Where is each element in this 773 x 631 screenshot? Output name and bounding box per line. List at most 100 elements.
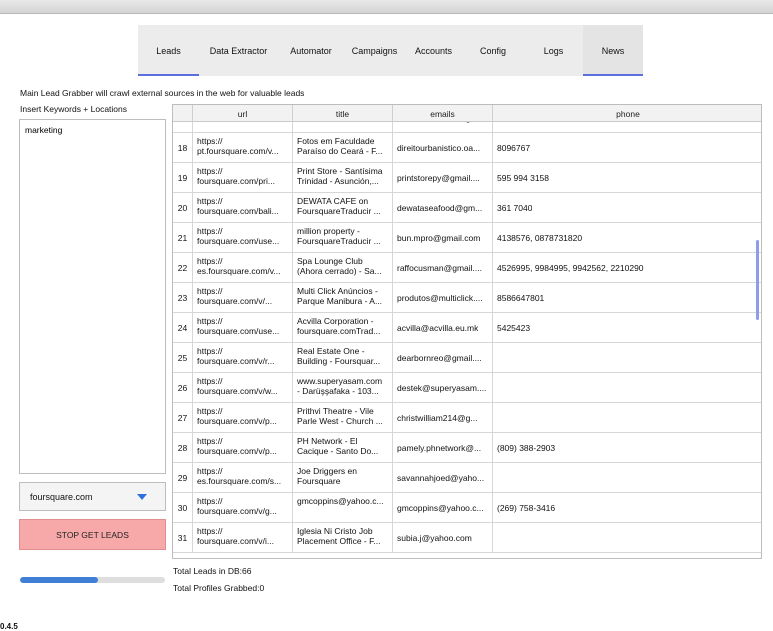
table-row[interactable]: 20 https://foursquare.com/bali... DEWATA C… — [173, 193, 761, 223]
url-cell-line: https:// — [197, 226, 223, 236]
table-row[interactable]: 29 https://es.foursquare.com/s... Joe Drig… — [173, 463, 761, 493]
phone-cell-text: 5425423 — [497, 323, 531, 333]
source-select[interactable]: foursquare.com — [19, 482, 166, 511]
email-cell-text: acvilla@acvilla.eu.mk — [397, 323, 479, 333]
phone-cell: 8096767 — [493, 133, 761, 163]
stop-get-leads-button[interactable]: STOP GET LEADS — [19, 519, 166, 550]
url-cell-line: foursquare.com/use... — [197, 236, 280, 246]
title-cell: Multi Click Anúncios - Parque Manibura - … — [293, 283, 393, 313]
email-cell: pamely.phnetwork@... — [393, 433, 493, 463]
row-index: 23 — [173, 283, 193, 313]
url-cell-line: https:// — [197, 466, 223, 476]
tab-logs[interactable]: Logs — [524, 25, 583, 76]
tab-config[interactable]: Config — [462, 25, 524, 76]
table-row[interactable]: 18 https://pt.foursquare.com/v... Fotos em… — [173, 133, 761, 163]
column-header-url[interactable]: url — [193, 105, 293, 122]
title-cell: Prithvi Theatre - Vile Parle West - Churc… — [293, 403, 393, 433]
title-cell-line: (Ahora cerrado) - Sa... — [297, 266, 382, 276]
url-cell-line: https:// — [197, 286, 223, 296]
leads-table: urltitleemailsphone 17 es.foursquare.com/… — [172, 104, 762, 559]
title-cell: Spa Lounge Club (Ahora cerrado) - Sa... — [293, 253, 393, 283]
url-cell-line: pt.foursquare.com/v... — [197, 146, 279, 156]
url-cell-line: https:// — [197, 316, 223, 326]
phone-cell: (809) 388-2903 — [493, 433, 761, 463]
url-cell-line: foursquare.com/bali... — [197, 206, 279, 216]
title-cell-line: FoursquareTraducir ... — [297, 236, 381, 246]
phone-cell-text: 8096767 — [497, 143, 531, 153]
table-row[interactable]: 27 https://foursquare.com/v/p... Prithvi T… — [173, 403, 761, 433]
progress-bar-fill — [20, 577, 99, 583]
url-cell-line: https:// — [197, 346, 223, 356]
email-cell-text: mitrasanchez78@gm... — [397, 122, 485, 123]
phone-cell: (269) 758-3416 — [493, 493, 761, 523]
column-header-emails[interactable]: emails — [393, 105, 493, 122]
title-cell-line: DEWATA CAFE on — [297, 196, 369, 206]
table-row[interactable]: 26 https://foursquare.com/v/w... www.super… — [173, 373, 761, 403]
column-header-phone[interactable]: phone — [493, 105, 761, 122]
tab-campaigns[interactable]: Campaigns — [344, 25, 405, 76]
url-cell: https://foursquare.com/v/p... — [193, 433, 293, 463]
title-cell: Acvilla Corporation - foursquare.comTrad.… — [293, 313, 393, 343]
tab-accounts[interactable]: Accounts — [405, 25, 462, 76]
table-row[interactable]: 17es.foursquare.com/v...Mexicana - Santa… — [173, 122, 761, 133]
url-cell-line: es.foursquare.com/v... — [197, 266, 281, 276]
table-row[interactable]: 28 https://foursquare.com/v/p... PH Networ… — [173, 433, 761, 463]
email-cell: raffocusman@gmail.... — [393, 253, 493, 283]
phone-cell — [493, 463, 761, 493]
title-cell: Fotos em Faculdade Paraíso do Ceará - F..… — [293, 133, 393, 163]
phone-cell-text: 595 994 3158 — [497, 173, 549, 183]
column-header-index[interactable] — [173, 105, 193, 122]
url-cell: https://foursquare.com/v/i... — [193, 523, 293, 553]
url-cell-line: https:// — [197, 406, 223, 416]
row-index: 21 — [173, 223, 193, 253]
title-cell: Mexicana - Santa Cr... — [293, 122, 393, 133]
email-cell-text: gmcoppins@yahoo.c... — [397, 503, 484, 513]
url-cell: https://foursquare.com/v/r... — [193, 343, 293, 373]
email-cell: produtos@multiclick.... — [393, 283, 493, 313]
table-row[interactable]: 23 https://foursquare.com/v/... Multi Clic… — [173, 283, 761, 313]
phone-cell — [493, 373, 761, 403]
url-cell: https://es.foursquare.com/s... — [193, 463, 293, 493]
title-cell-line: Iglesia Ni Cristo Job — [297, 526, 373, 536]
table-row[interactable]: 21 https://foursquare.com/use... million p… — [173, 223, 761, 253]
row-index: 22 — [173, 253, 193, 283]
email-cell: dearbornreo@gmail.... — [393, 343, 493, 373]
table-row[interactable]: 19 https://foursquare.com/pri... Print Sto… — [173, 163, 761, 193]
title-cell-line: Fotos em Faculdade — [297, 136, 375, 146]
email-cell-text: pamely.phnetwork@... — [397, 443, 482, 453]
email-cell-text: dewataseafood@gm... — [397, 203, 483, 213]
tab-automator[interactable]: Automator — [278, 25, 344, 76]
table-row[interactable]: 31 https://foursquare.com/v/i... Iglesia N… — [173, 523, 761, 553]
table-row[interactable]: 25 https://foursquare.com/v/r... Real Esta… — [173, 343, 761, 373]
tab-data-extractor[interactable]: Data Extractor — [199, 25, 278, 76]
phone-cell: 361 7040 — [493, 193, 761, 223]
email-cell: destek@superyasam.... — [393, 373, 493, 403]
tab-leads[interactable]: Leads — [138, 25, 199, 76]
title-cell-line: Real Estate One - — [297, 346, 365, 356]
table-row[interactable]: 24 https://foursquare.com/use... Acvilla C… — [173, 313, 761, 343]
total-profiles-text: Total Profiles Grabbed:0 — [173, 583, 265, 593]
url-cell-line: https:// — [197, 436, 223, 446]
keywords-input[interactable] — [19, 119, 166, 474]
url-cell-line: https:// — [197, 526, 223, 536]
email-cell-text: christwilliam214@g... — [397, 413, 478, 423]
title-cell-line: million property - — [297, 226, 360, 236]
phone-cell — [493, 523, 761, 553]
title-cell-line: Parle West - Church ... — [297, 416, 383, 426]
url-cell: https://pt.foursquare.com/v... — [193, 133, 293, 163]
title-cell-line: Acvilla Corporation - — [297, 316, 374, 326]
table-row[interactable]: 30 https://foursquare.com/v/g... gmcoppins… — [173, 493, 761, 523]
phone-cell-text: 4526995, 9984995, 9942562, 2210290 — [497, 263, 644, 273]
progress-bar — [20, 577, 165, 583]
column-header-title[interactable]: title — [293, 105, 393, 122]
email-cell-text: subia.j@yahoo.com — [397, 533, 472, 543]
url-cell-line: foursquare.com/pri... — [197, 176, 275, 186]
url-cell-line: foursquare.com/v/p... — [197, 446, 277, 456]
table-scrollbar[interactable] — [756, 240, 759, 320]
row-index: 17 — [173, 122, 193, 133]
tab-news[interactable]: News — [583, 25, 643, 76]
table-row[interactable]: 22 https://es.foursquare.com/v... Spa Loun… — [173, 253, 761, 283]
table-body[interactable]: 17 es.foursquare.com/v... Mexicana - Santa… — [173, 122, 761, 558]
url-cell-line: foursquare.com/v/w... — [197, 386, 278, 396]
main-tab-bar: Leads Data Extractor Automator Campaigns Acc… — [138, 25, 643, 76]
